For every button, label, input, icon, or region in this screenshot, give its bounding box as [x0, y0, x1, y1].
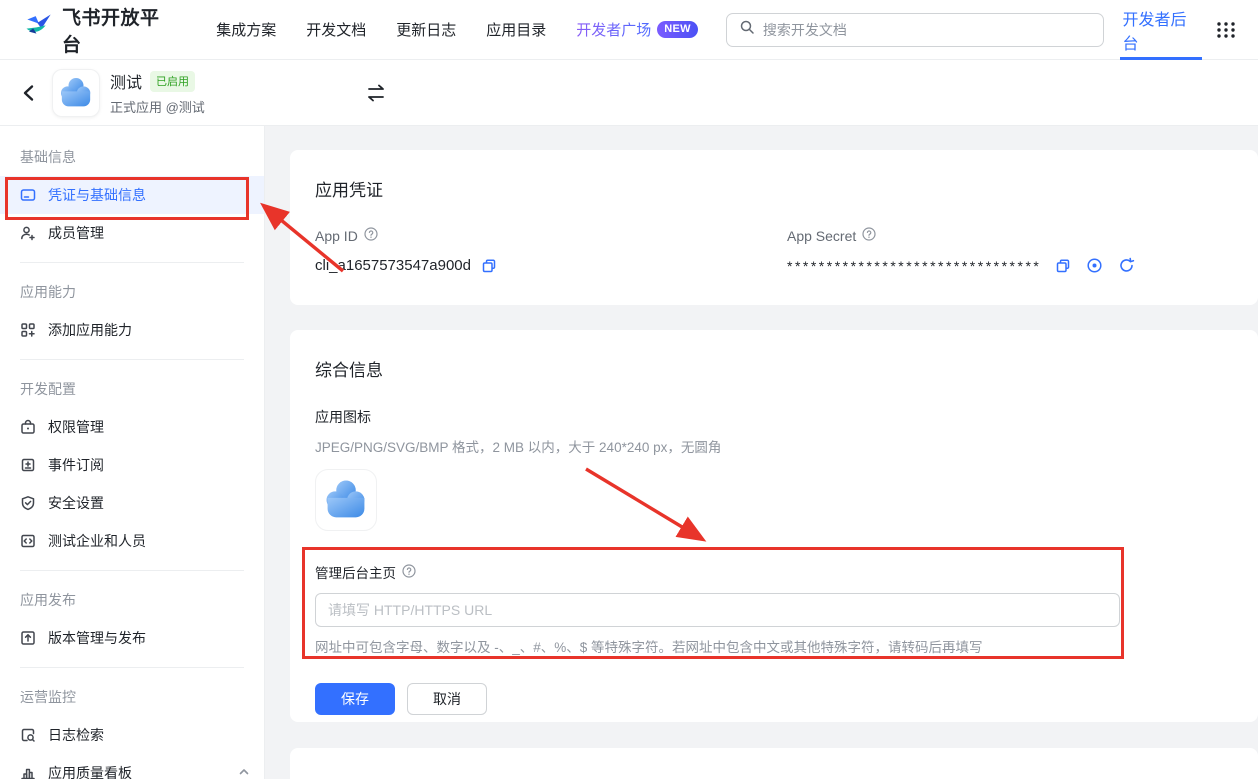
apps-grid-icon[interactable] — [1216, 20, 1236, 40]
grid-plus-icon — [20, 322, 36, 338]
divider — [20, 262, 244, 263]
nav-changelog[interactable]: 更新日志 — [396, 19, 456, 40]
homepage-label: 管理后台主页 — [315, 562, 396, 582]
nav-developer-console[interactable]: 开发者后台 — [1120, 0, 1202, 60]
app-id-label: App ID — [315, 228, 358, 244]
app-icon-hint: JPEG/PNG/SVG/BMP 格式，2 MB 以内，大于 240*240 p… — [315, 436, 1233, 456]
nav-docs[interactable]: 开发文档 — [306, 19, 366, 40]
credentials-card-title: 应用凭证 — [315, 176, 1233, 201]
divider — [20, 667, 244, 668]
sidebar-item-label: 成员管理 — [48, 223, 104, 243]
sidebar-section-monitoring: 运营监控 — [0, 678, 264, 716]
general-info-card-title: 综合信息 — [315, 356, 1233, 381]
main-nav: 集成方案 开发文档 更新日志 应用目录 开发者广场 NEW — [216, 19, 698, 40]
sidebar-item-label: 安全设置 — [48, 493, 104, 513]
sidebar-item-security[interactable]: 安全设置 — [0, 484, 264, 522]
refresh-icon[interactable] — [1118, 257, 1135, 274]
cancel-button[interactable]: 取消 — [407, 683, 487, 715]
back-icon[interactable] — [20, 84, 38, 102]
nav-integration[interactable]: 集成方案 — [216, 19, 276, 40]
search-icon — [739, 19, 755, 40]
sidebar-item-label: 测试企业和人员 — [48, 531, 146, 551]
sidebar-item-members[interactable]: 成员管理 — [0, 214, 264, 252]
sidebar-item-label: 日志检索 — [48, 725, 104, 745]
copy-icon[interactable] — [1055, 258, 1071, 274]
help-icon[interactable] — [402, 564, 416, 581]
sidebar: 基础信息 凭证与基础信息 成员管理 应用能力 — [0, 126, 265, 779]
sidebar-item-label: 版本管理与发布 — [48, 628, 146, 648]
publish-up-icon — [20, 630, 36, 646]
sidebar-section-release: 应用发布 — [0, 581, 264, 619]
brand[interactable]: 飞书开放平台 — [24, 3, 174, 57]
doc-search[interactable] — [726, 13, 1105, 47]
code-brackets-icon — [20, 533, 36, 549]
permission-bag-icon — [20, 419, 36, 435]
app-secret-label: App Secret — [787, 228, 856, 244]
divider — [20, 359, 244, 360]
app-meta: 测试 已启用 正式应用 @测试 — [110, 69, 205, 116]
sidebar-item-version-release[interactable]: 版本管理与发布 — [0, 619, 264, 657]
main-content: 应用凭证 App ID cli_a165 — [265, 126, 1258, 779]
app-name: 测试 — [110, 69, 142, 93]
shield-check-icon — [20, 495, 36, 511]
app-secret-masked-value: ******************************** — [787, 258, 1041, 274]
app-icon-label: 应用图标 — [315, 407, 1233, 427]
sidebar-item-permissions[interactable]: 权限管理 — [0, 408, 264, 446]
id-card-icon — [20, 187, 36, 203]
status-badge: 已启用 — [150, 71, 195, 92]
app-header-bar: 测试 已启用 正式应用 @测试 — [0, 60, 1258, 126]
credentials-card: 应用凭证 App ID cli_a165 — [290, 150, 1258, 305]
sidebar-section-basic-info: 基础信息 — [0, 138, 264, 176]
sidebar-item-label: 应用质量看板 — [48, 763, 132, 779]
homepage-hint: 网址中可包含字母、数字以及 -、_、#、%、$ 等特殊字符。若网址中包含中文或其… — [315, 636, 1233, 656]
divider — [20, 570, 244, 571]
help-icon[interactable] — [862, 227, 876, 244]
sidebar-item-test-enterprise[interactable]: 测试企业和人员 — [0, 522, 264, 560]
top-navbar: 飞书开放平台 集成方案 开发文档 更新日志 应用目录 开发者广场 NEW 开发者… — [0, 0, 1258, 60]
switch-app-icon[interactable] — [365, 82, 387, 104]
event-subscribe-icon — [20, 457, 36, 473]
eye-icon[interactable] — [1086, 257, 1103, 274]
app-icon-image[interactable] — [315, 469, 377, 531]
sidebar-section-dev-config: 开发配置 — [0, 370, 264, 408]
sidebar-item-label: 权限管理 — [48, 417, 104, 437]
app-avatar — [52, 69, 100, 117]
next-card-partial — [290, 748, 1258, 779]
app-id-value: cli_a1657573547a900d — [315, 257, 471, 274]
sidebar-item-credentials[interactable]: 凭证与基础信息 — [0, 176, 264, 214]
homepage-url-input[interactable] — [315, 593, 1120, 627]
log-search-icon — [20, 727, 36, 743]
sidebar-section-capabilities: 应用能力 — [0, 273, 264, 311]
app-subtitle: 正式应用 @测试 — [110, 97, 205, 116]
search-input[interactable] — [763, 22, 1092, 38]
save-button[interactable]: 保存 — [315, 683, 395, 715]
chevron-up-icon[interactable] — [238, 765, 250, 779]
member-add-icon — [20, 225, 36, 241]
feishu-logo-icon — [24, 12, 54, 47]
help-icon[interactable] — [364, 227, 378, 244]
nav-app-directory[interactable]: 应用目录 — [486, 19, 546, 40]
nav-developer-plaza[interactable]: 开发者广场 NEW — [576, 19, 698, 40]
general-info-card: 综合信息 应用图标 JPEG/PNG/SVG/BMP 格式，2 MB 以内，大于… — [290, 330, 1258, 722]
sidebar-item-label: 凭证与基础信息 — [48, 185, 146, 205]
sidebar-item-label: 事件订阅 — [48, 455, 104, 475]
copy-icon[interactable] — [481, 258, 497, 274]
bar-chart-icon — [20, 765, 36, 779]
sidebar-item-log-search[interactable]: 日志检索 — [0, 716, 264, 754]
new-badge: NEW — [657, 21, 698, 38]
sidebar-item-label: 添加应用能力 — [48, 320, 132, 340]
brand-name: 飞书开放平台 — [62, 3, 174, 57]
sidebar-item-quality-dashboard[interactable]: 应用质量看板 — [0, 754, 264, 779]
sidebar-item-event-subscription[interactable]: 事件订阅 — [0, 446, 264, 484]
sidebar-item-add-capability[interactable]: 添加应用能力 — [0, 311, 264, 349]
